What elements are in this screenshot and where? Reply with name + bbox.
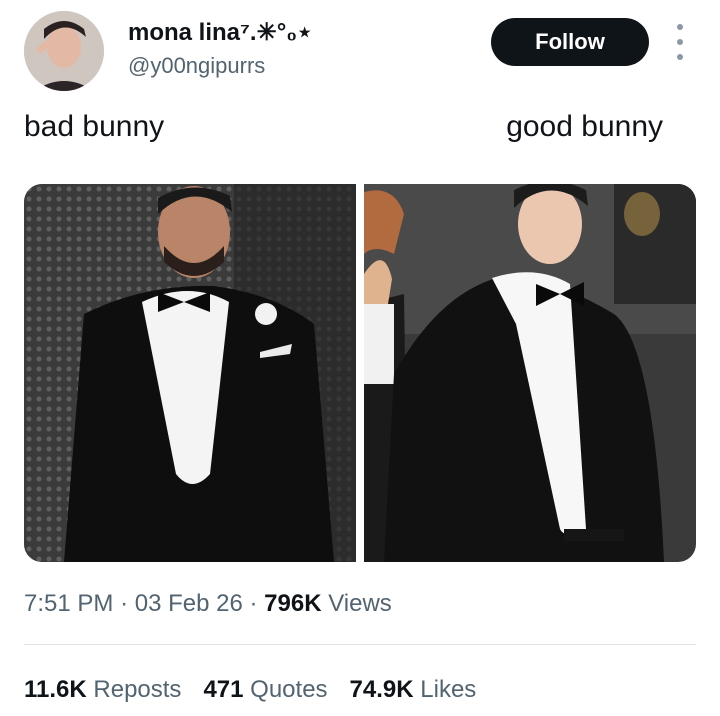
- avatar[interactable]: [24, 11, 104, 91]
- tweet-time[interactable]: 7:51 PM: [24, 590, 113, 617]
- media-grid[interactable]: [24, 184, 696, 562]
- caption-right: good bunny: [506, 110, 663, 143]
- photo-right[interactable]: [364, 184, 696, 562]
- reposts-label: Reposts: [93, 676, 182, 703]
- views-count: 796K: [264, 590, 322, 617]
- photo-left-image: [24, 184, 356, 562]
- likes-link[interactable]: 74.9K Likes: [350, 676, 477, 704]
- quotes-label: Quotes: [250, 676, 328, 703]
- author-name[interactable]: mona lina⁷.✳︎°₀⋆: [128, 18, 312, 47]
- author-handle[interactable]: @y00ngipurrs: [128, 53, 265, 79]
- caption-left: bad bunny: [24, 110, 165, 143]
- quotes-link[interactable]: 471 Quotes: [203, 676, 327, 704]
- quotes-count: 471: [203, 676, 244, 703]
- more-vertical-icon[interactable]: [672, 24, 688, 60]
- reposts-link[interactable]: 11.6K Reposts: [24, 676, 181, 704]
- avatar-image: [24, 11, 104, 91]
- tweet-date[interactable]: 03 Feb 26: [135, 590, 243, 617]
- meta-separator-2: ·: [249, 590, 258, 617]
- follow-button[interactable]: Follow: [491, 18, 649, 66]
- views-label: Views: [328, 590, 392, 617]
- photo-left[interactable]: [24, 184, 356, 562]
- reposts-count: 11.6K: [24, 676, 87, 703]
- tweet-meta: 7:51 PM · 03 Feb 26 · 796K Views: [24, 590, 392, 618]
- divider: [24, 644, 696, 645]
- photo-right-image: [364, 184, 696, 562]
- meta-separator-1: ·: [120, 590, 129, 617]
- likes-count: 74.9K: [349, 676, 414, 703]
- likes-label: Likes: [420, 676, 477, 703]
- engagement-stats: 11.6K Reposts 471 Quotes 74.9K Likes: [24, 676, 476, 704]
